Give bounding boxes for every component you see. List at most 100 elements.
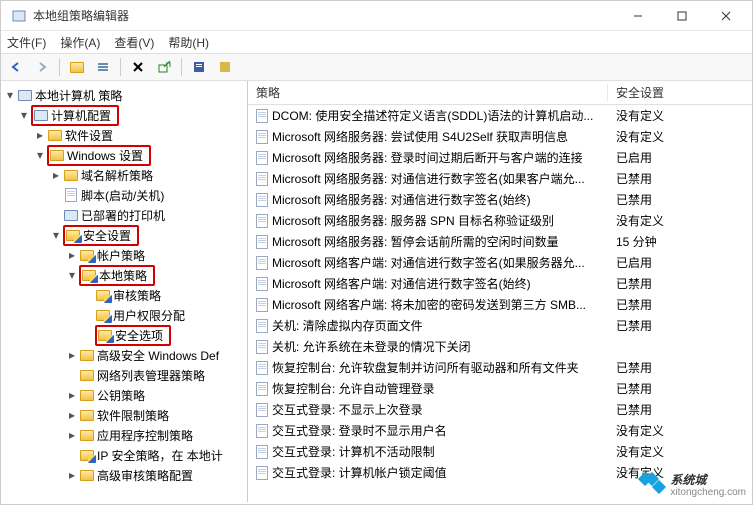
policy-row[interactable]: 关机: 清除虚拟内存页面文件已禁用 (248, 315, 752, 336)
minimize-button[interactable] (616, 2, 660, 30)
policy-name: DCOM: 使用安全描述符定义语言(SDDL)语法的计算机启动... (272, 107, 608, 124)
policy-name: Microsoft 网络服务器: 对通信进行数字签名(如果客户端允... (272, 170, 608, 187)
policy-icon (252, 277, 272, 291)
maximize-button[interactable] (660, 2, 704, 30)
policy-row[interactable]: 交互式登录: 登录时不显示用户名没有定义 (248, 420, 752, 441)
computer-icon (33, 107, 49, 123)
folder-icon (79, 367, 95, 383)
policy-list-pane[interactable]: 策略 安全设置 DCOM: 使用安全描述符定义语言(SDDL)语法的计算机启动.… (248, 81, 752, 502)
policy-icon (252, 319, 272, 333)
window-title: 本地组策略编辑器 (33, 7, 616, 24)
folder-icon (79, 407, 95, 423)
tree-root[interactable]: ▾ 本地计算机 策略 (1, 85, 247, 105)
tree-public-key[interactable]: ▸ 公钥策略 (1, 385, 247, 405)
tree-pane[interactable]: ▾ 本地计算机 策略 ▾ 计算机配置 ▸ 软件设置 ▾ Windows 设置 ▸… (1, 81, 248, 502)
toolbar (1, 53, 752, 81)
policy-row[interactable]: Microsoft 网络服务器: 对通信进行数字签名(始终)已禁用 (248, 189, 752, 210)
policy-row[interactable]: Microsoft 网络服务器: 对通信进行数字签名(如果客户端允...已禁用 (248, 168, 752, 189)
policy-value: 已禁用 (608, 380, 652, 397)
policy-name: 交互式登录: 登录时不显示用户名 (272, 422, 608, 439)
policy-name: 恢复控制台: 允许自动管理登录 (272, 380, 608, 397)
policy-row[interactable]: Microsoft 网络服务器: 暂停会话前所需的空闲时间数量15 分钟 (248, 231, 752, 252)
col-header-setting[interactable]: 安全设置 (608, 84, 752, 101)
tree-security-options[interactable]: 安全选项 (1, 325, 247, 345)
tree-computer-config[interactable]: ▾ 计算机配置 (1, 105, 247, 125)
tree-app-control[interactable]: ▸ 应用程序控制策略 (1, 425, 247, 445)
policy-row[interactable]: 交互式登录: 不显示上次登录已禁用 (248, 399, 752, 420)
policy-value: 已禁用 (608, 401, 652, 418)
watermark-icon (638, 474, 666, 496)
forward-button[interactable] (31, 56, 53, 78)
policy-rows: DCOM: 使用安全描述符定义语言(SDDL)语法的计算机启动...没有定义Mi… (248, 105, 752, 483)
export-button[interactable] (153, 56, 175, 78)
menu-view[interactable]: 查看(V) (114, 34, 154, 51)
policy-value: 已禁用 (608, 317, 652, 334)
policy-icon (252, 235, 272, 249)
policy-row[interactable]: Microsoft 网络客户端: 对通信进行数字签名(如果服务器允...已启用 (248, 252, 752, 273)
tree-user-rights[interactable]: 用户权限分配 (1, 305, 247, 325)
policy-value: 已禁用 (608, 275, 652, 292)
col-header-policy[interactable]: 策略 (248, 84, 608, 101)
policy-icon (252, 403, 272, 417)
policy-icon (252, 382, 272, 396)
policy-value: 已禁用 (608, 170, 652, 187)
folder-icon (49, 147, 65, 163)
tree-security-settings[interactable]: ▾ 安全设置 (1, 225, 247, 245)
window-controls (616, 2, 748, 30)
folder-icon (79, 347, 95, 363)
policy-icon (252, 298, 272, 312)
help-button[interactable] (214, 56, 236, 78)
policy-value: 已启用 (608, 254, 652, 271)
tree-local-policies[interactable]: ▾ 本地策略 (1, 265, 247, 285)
folder-icon (79, 427, 95, 443)
close-button[interactable] (704, 2, 748, 30)
policy-row[interactable]: Microsoft 网络服务器: 登录时间过期后断开与客户端的连接已启用 (248, 147, 752, 168)
app-icon (11, 8, 27, 24)
tree-audit-policy[interactable]: 审核策略 (1, 285, 247, 305)
delete-button[interactable] (127, 56, 149, 78)
tree-scripts[interactable]: 脚本(启动/关机) (1, 185, 247, 205)
folder-icon (47, 127, 63, 143)
script-icon (63, 187, 79, 203)
menu-file[interactable]: 文件(F) (7, 34, 46, 51)
tree-network-list[interactable]: 网络列表管理器策略 (1, 365, 247, 385)
policy-value: 已禁用 (608, 191, 652, 208)
tree-windows-settings[interactable]: ▾ Windows 设置 (1, 145, 247, 165)
policy-icon (252, 109, 272, 123)
policy-row[interactable]: DCOM: 使用安全描述符定义语言(SDDL)语法的计算机启动...没有定义 (248, 105, 752, 126)
folder-icon (97, 327, 113, 343)
properties-button[interactable] (188, 56, 210, 78)
tree-account-policies[interactable]: ▸ 帐户策略 (1, 245, 247, 265)
policy-row[interactable]: 交互式登录: 计算机不活动限制没有定义 (248, 441, 752, 462)
policy-name: 交互式登录: 计算机不活动限制 (272, 443, 608, 460)
tree-software-restriction[interactable]: ▸ 软件限制策略 (1, 405, 247, 425)
list-view-button[interactable] (92, 56, 114, 78)
policy-row[interactable]: Microsoft 网络客户端: 将未加密的密码发送到第三方 SMB...已禁用 (248, 294, 752, 315)
policy-row[interactable]: 恢复控制台: 允许软盘复制并访问所有驱动器和所有文件夹已禁用 (248, 357, 752, 378)
folder-icon (95, 307, 111, 323)
menu-action[interactable]: 操作(A) (60, 34, 100, 51)
policy-row[interactable]: Microsoft 网络服务器: 尝试使用 S4U2Self 获取声明信息没有定… (248, 126, 752, 147)
policy-row[interactable]: 恢复控制台: 允许自动管理登录已禁用 (248, 378, 752, 399)
back-button[interactable] (5, 56, 27, 78)
policy-value: 已禁用 (608, 296, 652, 313)
tree-deployed-printers[interactable]: 已部署的打印机 (1, 205, 247, 225)
folder-icon (95, 287, 111, 303)
policy-row[interactable]: Microsoft 网络客户端: 对通信进行数字签名(始终)已禁用 (248, 273, 752, 294)
menu-help[interactable]: 帮助(H) (168, 34, 209, 51)
tree-advanced-audit[interactable]: ▸ 高级审核策略配置 (1, 465, 247, 485)
folder-icon (79, 467, 95, 483)
folder-icon (79, 387, 95, 403)
titlebar: 本地组策略编辑器 (1, 1, 752, 31)
content-area: ▾ 本地计算机 策略 ▾ 计算机配置 ▸ 软件设置 ▾ Windows 设置 ▸… (1, 81, 752, 502)
tree-ip-security[interactable]: IP 安全策略，在 本地计 (1, 445, 247, 465)
policy-row[interactable]: Microsoft 网络服务器: 服务器 SPN 目标名称验证级别没有定义 (248, 210, 752, 231)
tree-name-resolution[interactable]: ▸ 域名解析策略 (1, 165, 247, 185)
tree-advanced-defender[interactable]: ▸ 高级安全 Windows Def (1, 345, 247, 365)
lock-icon (79, 447, 95, 463)
tree-software-settings[interactable]: ▸ 软件设置 (1, 125, 247, 145)
policy-icon (252, 193, 272, 207)
policy-name: Microsoft 网络服务器: 服务器 SPN 目标名称验证级别 (272, 212, 608, 229)
policy-row[interactable]: 关机: 允许系统在未登录的情况下关闭 (248, 336, 752, 357)
up-button[interactable] (66, 56, 88, 78)
